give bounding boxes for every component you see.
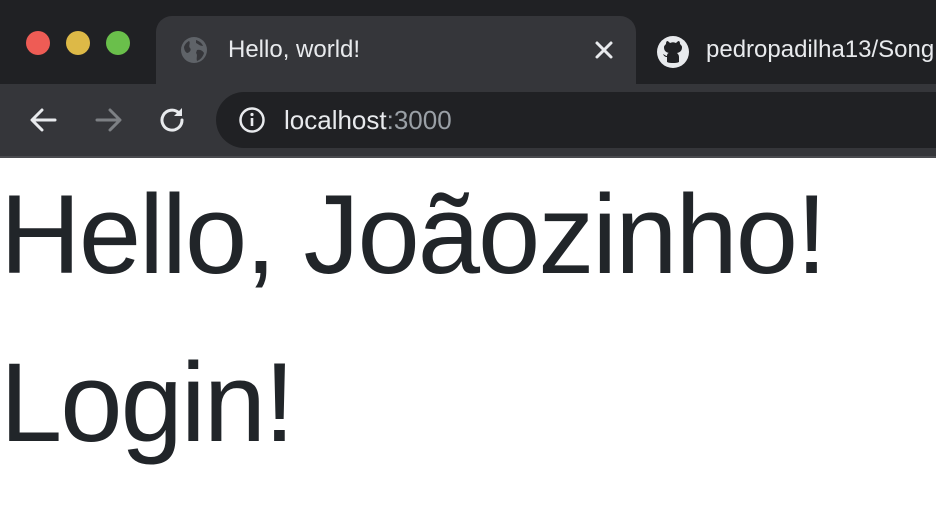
window-minimize-button[interactable] [66, 31, 90, 55]
login-heading: Login! [0, 340, 295, 465]
browser-chrome: Hello, world! pedropadilha13/Song localh… [0, 0, 936, 158]
page-content: Hello, Joãozinho! Login! [0, 158, 936, 516]
tab-hello-world[interactable]: Hello, world! [156, 16, 636, 84]
info-icon[interactable] [238, 106, 266, 134]
reload-icon[interactable] [155, 103, 189, 137]
tab-strip: Hello, world! pedropadilha13/Song [0, 0, 936, 84]
url-port: :3000 [386, 105, 452, 135]
arrow-right-icon[interactable] [91, 103, 125, 137]
url-host: localhost [284, 105, 387, 135]
tab-title: Hello, world! [228, 36, 361, 63]
close-icon[interactable] [588, 34, 620, 66]
address-bar[interactable]: localhost:3000 [216, 92, 936, 148]
greeting-heading: Hello, Joãozinho! [0, 172, 827, 297]
github-icon [656, 35, 690, 69]
toolbar: localhost:3000 [0, 84, 936, 158]
tab-github[interactable]: pedropadilha13/Song [636, 16, 936, 84]
tab-title: pedropadilha13/Song [706, 36, 935, 63]
window-maximize-button[interactable] [106, 31, 130, 55]
window-close-button[interactable] [26, 31, 50, 55]
globe-icon [180, 36, 208, 64]
url-text[interactable]: localhost:3000 [284, 103, 452, 137]
arrow-left-icon[interactable] [27, 103, 61, 137]
